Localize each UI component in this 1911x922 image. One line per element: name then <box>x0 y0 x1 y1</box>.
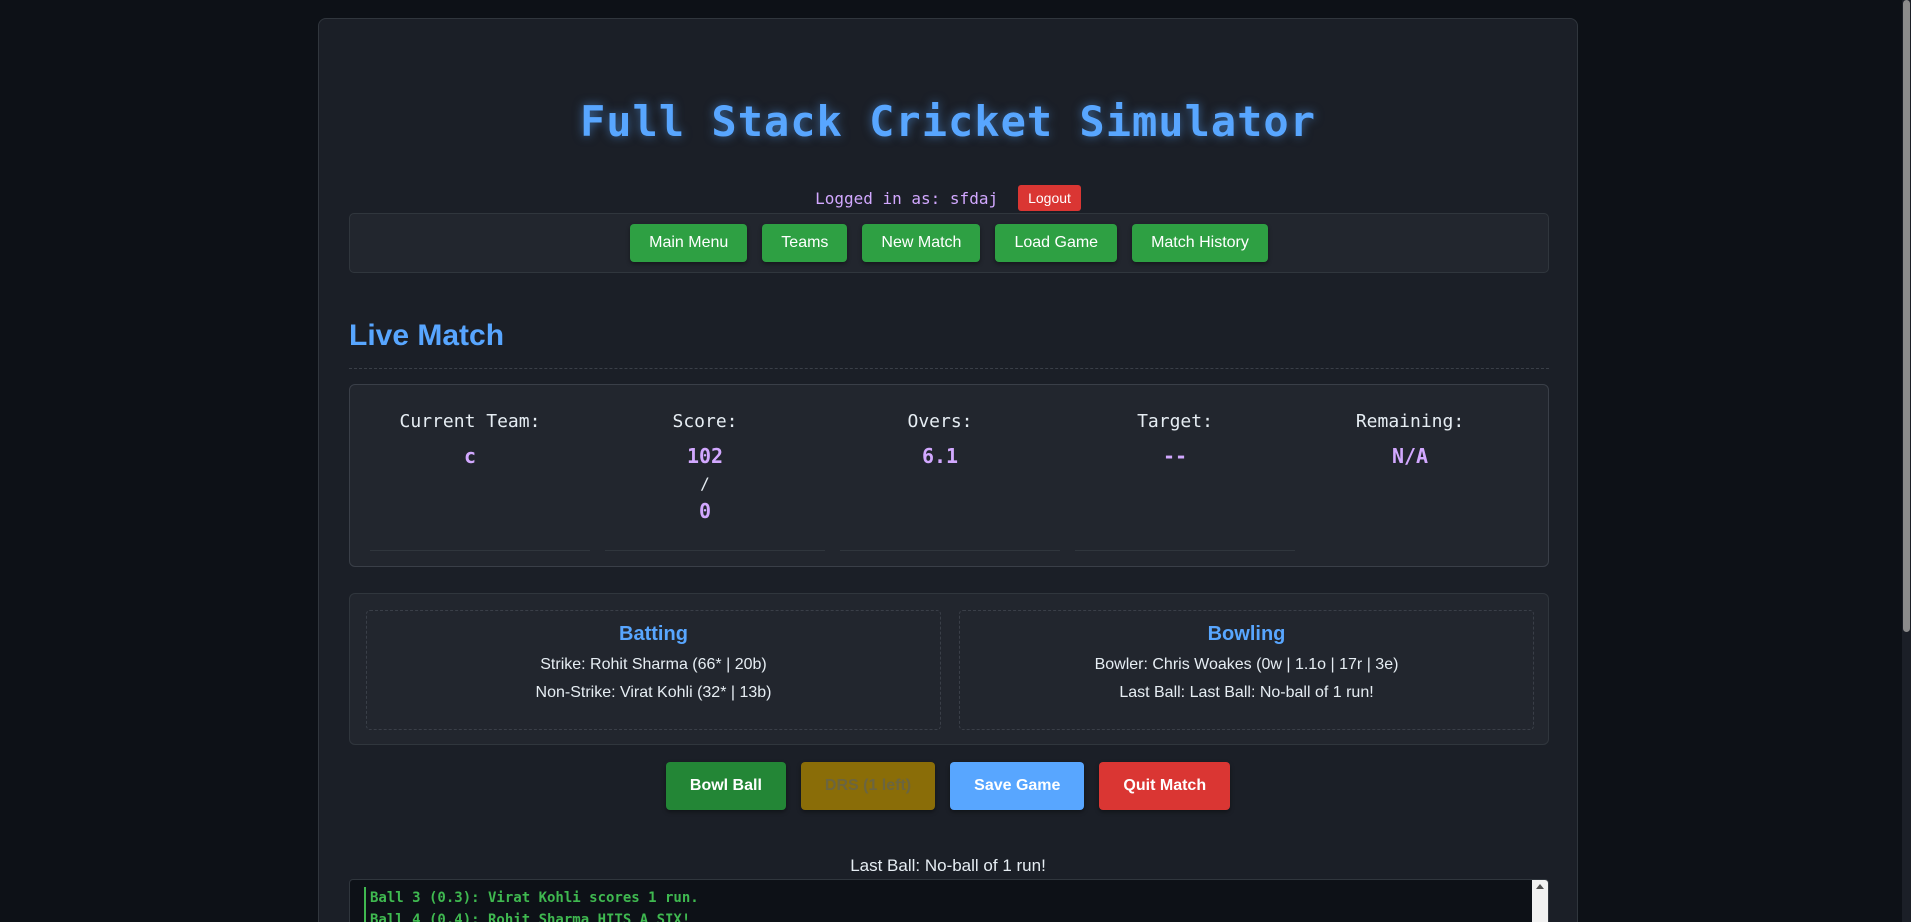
stat-underline <box>370 550 590 551</box>
players-panel: Batting Strike: Rohit Sharma (66* | 20b)… <box>349 593 1549 745</box>
strike-batter: Strike: Rohit Sharma (66* | 20b) <box>540 656 767 673</box>
scoreboard-panel: Current Team: c Score: 102 / 0 Overs: 6.… <box>349 384 1549 567</box>
nav-teams-button[interactable]: Teams <box>762 224 848 262</box>
status-message: Last Ball: No-ball of 1 run! <box>850 856 1046 875</box>
overs-stat: Overs: 6.1 <box>830 411 1050 468</box>
main-card: Full Stack Cricket Simulator Logged in a… <box>318 18 1578 922</box>
stat-underline <box>840 550 1060 551</box>
save-game-button[interactable]: Save Game <box>950 762 1085 810</box>
bowl-ball-button[interactable]: Bowl Ball <box>665 762 786 810</box>
stat-underline <box>1075 550 1295 551</box>
nav-match-history-button[interactable]: Match History <box>1132 224 1268 262</box>
current-team-value: c <box>463 444 477 468</box>
score-wickets: 0 <box>698 499 712 523</box>
bowler-info: Bowler: Chris Woakes (0w | 1.1o | 17r | … <box>1094 656 1399 673</box>
remaining-value: N/A <box>1391 444 1429 468</box>
target-value: -- <box>1162 444 1188 468</box>
log-entry: Ball 4 (0.4): Rohit Sharma HITS A SIX! <box>364 909 1548 922</box>
current-team-stat: Current Team: c <box>360 411 580 468</box>
score-label: Score: <box>672 411 738 432</box>
live-match-heading: Live Match <box>349 319 505 352</box>
scroll-up-arrow-icon[interactable] <box>1536 884 1544 889</box>
page-scrollbar[interactable] <box>1902 0 1911 922</box>
nav-main-menu-button[interactable]: Main Menu <box>630 224 748 262</box>
target-stat: Target: -- <box>1065 411 1285 468</box>
nav-bar: Main Menu Teams New Match Load Game Matc… <box>349 213 1549 273</box>
commentary-log[interactable]: Ball 3 (0.3): Virat Kohli scores 1 run. … <box>349 879 1549 922</box>
log-scrollbar[interactable] <box>1532 880 1548 922</box>
page: Full Stack Cricket Simulator Logged in a… <box>0 0 1911 922</box>
app-title: Full Stack Cricket Simulator <box>579 97 1316 146</box>
target-label: Target: <box>1137 411 1213 432</box>
page-scrollbar-thumb[interactable] <box>1903 0 1910 632</box>
logout-button[interactable]: Logout <box>1018 185 1081 211</box>
drs-button[interactable]: DRS (1 left) <box>800 762 936 810</box>
batting-box: Batting Strike: Rohit Sharma (66* | 20b)… <box>366 610 941 730</box>
non-strike-batter: Non-Strike: Virat Kohli (32* | 13b) <box>535 684 772 701</box>
log-entry: Ball 3 (0.3): Virat Kohli scores 1 run. <box>364 887 1548 909</box>
quit-match-button[interactable]: Quit Match <box>1099 762 1231 810</box>
score-runs: 102 <box>686 444 724 468</box>
nav-load-game-button[interactable]: Load Game <box>995 224 1118 262</box>
batting-heading: Batting <box>619 623 688 645</box>
overs-label: Overs: <box>907 411 973 432</box>
last-ball-info: Last Ball: Last Ball: No-ball of 1 run! <box>1119 684 1374 701</box>
login-row: Logged in as: sfdaj Logout <box>319 185 1577 211</box>
bowling-box: Bowling Bowler: Chris Woakes (0w | 1.1o … <box>959 610 1534 730</box>
logged-in-text: Logged in as: sfdaj <box>815 188 999 208</box>
nav-new-match-button[interactable]: New Match <box>862 224 981 262</box>
score-stat: Score: 102 / 0 <box>595 411 815 523</box>
overs-value: 6.1 <box>921 444 959 468</box>
bowling-heading: Bowling <box>1207 623 1286 645</box>
stat-underline <box>605 550 825 551</box>
remaining-stat: Remaining: N/A <box>1300 411 1520 468</box>
current-team-label: Current Team: <box>399 411 541 432</box>
section-divider <box>349 368 1549 369</box>
score-separator: / <box>700 474 710 493</box>
action-buttons: Bowl Ball DRS (1 left) Save Game Quit Ma… <box>319 762 1577 810</box>
remaining-label: Remaining: <box>1355 411 1465 432</box>
